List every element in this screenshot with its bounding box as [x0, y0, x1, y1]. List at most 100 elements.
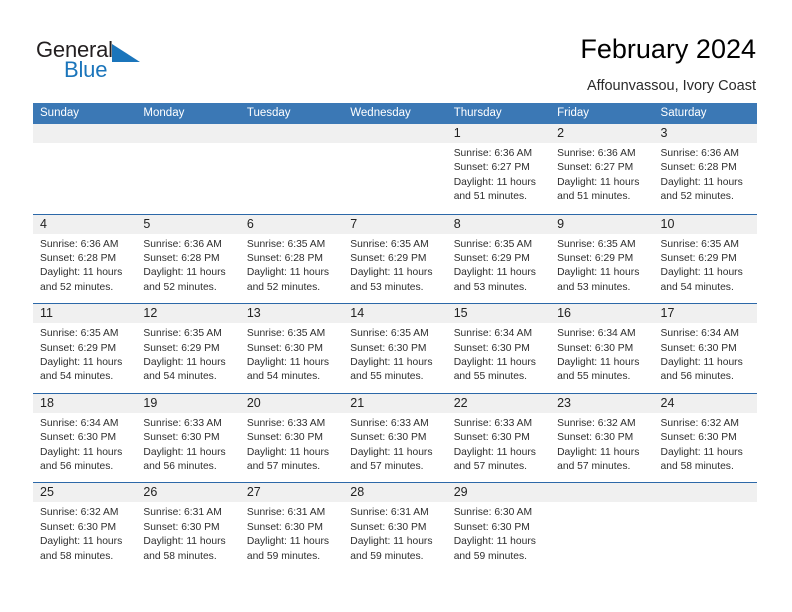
- sunrise-text: Sunrise: 6:31 AM: [246, 507, 326, 519]
- day-number: 29: [453, 485, 468, 500]
- sunrise-text: Sunrise: 6:32 AM: [557, 417, 636, 429]
- daylight-text-line1: Daylight: 11 hours: [660, 446, 743, 458]
- daylight-text-line2: and 54 minutes.: [660, 281, 734, 293]
- sunset-text: Sunset: 6:30 PM: [557, 432, 634, 444]
- calendar-day-cell[interactable]: 1 Sunrise: 6:36 AM Sunset: 6:27 PM Daylight…: [446, 124, 551, 214]
- calendar-day-cell[interactable]: 18 Sunrise: 6:34 AM Sunset: 6:30 PM Dayligh…: [33, 393, 137, 483]
- calendar-day-cell[interactable]: 9 Sunrise: 6:35 AM Sunset: 6:29 PM Daylight…: [550, 214, 654, 304]
- daylight-text-line2: and 57 minutes.: [246, 461, 321, 472]
- daylight-text-line1: Daylight: 11 hours: [350, 357, 433, 368]
- daylight-text-line2: and 58 minutes.: [40, 550, 114, 562]
- daylight-text-line1: Daylight: 11 hours: [453, 446, 536, 458]
- sunrise-text: Sunrise: 6:33 AM: [350, 417, 429, 429]
- sunset-text: Sunset: 6:30 PM: [557, 342, 634, 354]
- day-number-band: 24: [653, 393, 757, 413]
- calendar-day-cell[interactable]: 7 Sunrise: 6:35 AM Sunset: 6:29 PM Daylight…: [343, 214, 447, 304]
- calendar-day-cell[interactable]: 3 Sunrise: 6:36 AM Sunset: 6:28 PM Daylight…: [653, 124, 757, 214]
- calendar-day-cell[interactable]: 4 Sunrise: 6:36 AM Sunset: 6:28 PM Daylight…: [33, 214, 137, 304]
- calendar-day-cell[interactable]: 19 Sunrise: 6:33 AM Sunset: 6:30 PM Dayligh…: [136, 393, 240, 483]
- day-number: 26: [143, 485, 158, 500]
- daylight-text-line1: Daylight: 11 hours: [350, 267, 433, 279]
- daylight-text-line1: Daylight: 11 hours: [143, 357, 226, 368]
- daylight-text-line2: and 54 minutes.: [246, 371, 321, 383]
- daylight-text-line2: and 53 minutes.: [557, 281, 631, 293]
- calendar-day-cell[interactable]: 16 Sunrise: 6:34 AM Sunset: 6:30 PM Dayligh…: [550, 304, 654, 393]
- sunset-text: Sunset: 6:29 PM: [453, 253, 530, 264]
- sunset-text: Sunset: 6:30 PM: [350, 432, 427, 444]
- calendar-day-cell[interactable]: 6 Sunrise: 6:35 AM Sunset: 6:28 PM Daylight…: [239, 214, 344, 304]
- calendar-day-cell[interactable]: 2 Sunrise: 6:36 AM Sunset: 6:27 PM Daylight…: [550, 124, 654, 214]
- calendar-week-row: 25 Sunrise: 6:32 AM Sunset: 6:30 PM Dayligh…: [33, 482, 757, 572]
- sunrise-text: Sunrise: 6:31 AM: [143, 507, 222, 519]
- sunset-text: Sunset: 6:30 PM: [246, 521, 323, 533]
- calendar-day-cell[interactable]: 25 Sunrise: 6:32 AM Sunset: 6:30 PM Dayligh…: [33, 483, 137, 572]
- sunset-text: Sunset: 6:30 PM: [143, 432, 220, 444]
- sunset-text: Sunset: 6:30 PM: [350, 342, 427, 354]
- daylight-text-line1: Daylight: 11 hours: [40, 446, 123, 458]
- calendar-week-row: 4 Sunrise: 6:36 AM Sunset: 6:28 PM Daylight…: [33, 213, 757, 304]
- daylight-text-line2: and 57 minutes.: [557, 461, 631, 472]
- day-details: Sunrise: 6:31 AM Sunset: 6:30 PM Daylight:…: [343, 502, 446, 564]
- calendar-day-cell[interactable]: 10 Sunrise: 6:35 AM Sunset: 6:29 PM Dayligh…: [653, 214, 757, 304]
- sunrise-text: Sunrise: 6:34 AM: [557, 328, 636, 340]
- daylight-text-line2: and 51 minutes.: [557, 191, 631, 203]
- calendar-cell-empty: [33, 124, 137, 214]
- sunrise-text: Sunrise: 6:35 AM: [40, 328, 119, 340]
- daylight-text-line1: Daylight: 11 hours: [660, 357, 743, 368]
- day-number-band: [136, 124, 240, 143]
- day-number-band: 28: [343, 483, 447, 503]
- calendar-day-cell[interactable]: 21 Sunrise: 6:33 AM Sunset: 6:30 PM Dayligh…: [343, 393, 447, 483]
- sunset-text: Sunset: 6:29 PM: [350, 253, 427, 264]
- page-title: February 2024: [580, 34, 756, 64]
- day-number-band: 20: [239, 393, 344, 413]
- daylight-text-line2: and 55 minutes.: [350, 371, 424, 383]
- daylight-text-line2: and 53 minutes.: [453, 281, 527, 293]
- calendar-day-cell[interactable]: 11 Sunrise: 6:35 AM Sunset: 6:29 PM Dayligh…: [33, 304, 137, 393]
- calendar-cell-empty: [136, 124, 240, 214]
- sunset-text: Sunset: 6:30 PM: [453, 432, 530, 444]
- calendar-day-cell[interactable]: 20 Sunrise: 6:33 AM Sunset: 6:30 PM Dayligh…: [239, 393, 344, 483]
- sunset-text: Sunset: 6:28 PM: [143, 253, 220, 264]
- day-number-band: 10: [653, 214, 757, 234]
- sunrise-text: Sunrise: 6:32 AM: [40, 507, 119, 519]
- calendar-week-row: 18 Sunrise: 6:34 AM Sunset: 6:30 PM Dayligh…: [33, 392, 757, 483]
- calendar-day-cell[interactable]: 24 Sunrise: 6:32 AM Sunset: 6:30 PM Dayligh…: [653, 393, 757, 483]
- day-number-band: [343, 124, 447, 143]
- calendar-day-cell[interactable]: 29 Sunrise: 6:30 AM Sunset: 6:30 PM Dayligh…: [446, 483, 551, 572]
- day-number: 15: [453, 306, 468, 321]
- day-details: Sunrise: 6:35 AM Sunset: 6:29 PM Daylight:…: [654, 234, 757, 296]
- calendar-day-cell[interactable]: 15 Sunrise: 6:34 AM Sunset: 6:30 PM Dayligh…: [446, 304, 551, 393]
- day-number-band: 9: [550, 214, 654, 234]
- day-details: Sunrise: 6:33 AM Sunset: 6:30 PM Daylight:…: [240, 413, 343, 475]
- day-details: Sunrise: 6:36 AM Sunset: 6:28 PM Daylight:…: [33, 234, 136, 296]
- daylight-text-line1: Daylight: 11 hours: [143, 267, 226, 279]
- daylight-text-line2: and 58 minutes.: [660, 461, 734, 472]
- calendar-day-cell[interactable]: 22 Sunrise: 6:33 AM Sunset: 6:30 PM Dayligh…: [446, 393, 551, 483]
- day-number-band: 12: [136, 304, 240, 324]
- daylight-text-line1: Daylight: 11 hours: [246, 267, 330, 279]
- day-details: Sunrise: 6:34 AM Sunset: 6:30 PM Daylight:…: [550, 323, 653, 385]
- day-number: 10: [660, 216, 675, 231]
- day-details: Sunrise: 6:33 AM Sunset: 6:30 PM Daylight:…: [447, 413, 550, 475]
- sunset-text: Sunset: 6:30 PM: [660, 342, 737, 354]
- calendar-day-cell[interactable]: 8 Sunrise: 6:35 AM Sunset: 6:29 PM Daylight…: [446, 214, 551, 304]
- calendar-day-cell[interactable]: 28 Sunrise: 6:31 AM Sunset: 6:30 PM Dayligh…: [343, 483, 447, 572]
- day-details: Sunrise: 6:35 AM Sunset: 6:29 PM Daylight:…: [343, 234, 446, 296]
- calendar-cell-empty: [343, 124, 447, 214]
- calendar-day-cell[interactable]: 23 Sunrise: 6:32 AM Sunset: 6:30 PM Dayligh…: [550, 393, 654, 483]
- daylight-text-line2: and 58 minutes.: [143, 550, 217, 562]
- day-number-band: 25: [33, 483, 137, 503]
- calendar-day-cell[interactable]: 17 Sunrise: 6:34 AM Sunset: 6:30 PM Dayligh…: [653, 304, 757, 393]
- page-header: General Blue February 2024 Affounvassou,…: [0, 0, 792, 100]
- calendar-day-cell[interactable]: 13 Sunrise: 6:35 AM Sunset: 6:30 PM Dayligh…: [239, 304, 344, 393]
- calendar-day-cell[interactable]: 26 Sunrise: 6:31 AM Sunset: 6:30 PM Dayligh…: [136, 483, 240, 572]
- day-number: 18: [40, 395, 54, 410]
- calendar-day-cell[interactable]: 14 Sunrise: 6:35 AM Sunset: 6:30 PM Dayligh…: [343, 304, 447, 393]
- sunset-text: Sunset: 6:30 PM: [143, 521, 220, 533]
- calendar-day-cell[interactable]: 27 Sunrise: 6:31 AM Sunset: 6:30 PM Dayligh…: [239, 483, 344, 572]
- calendar-day-cell[interactable]: 12 Sunrise: 6:35 AM Sunset: 6:29 PM Dayligh…: [136, 304, 240, 393]
- calendar-day-cell[interactable]: 5 Sunrise: 6:36 AM Sunset: 6:28 PM Daylight…: [136, 214, 240, 304]
- day-details: Sunrise: 6:36 AM Sunset: 6:27 PM Daylight:…: [550, 143, 653, 205]
- day-number: 23: [557, 395, 572, 410]
- sunset-text: Sunset: 6:30 PM: [453, 521, 530, 533]
